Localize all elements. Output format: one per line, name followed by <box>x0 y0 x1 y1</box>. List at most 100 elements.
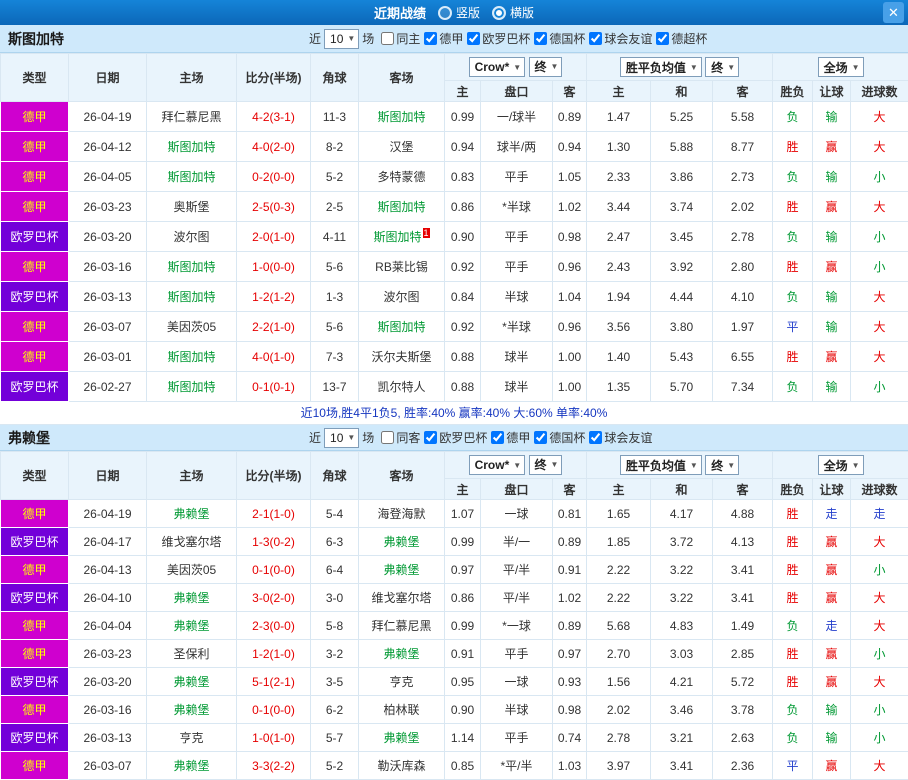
checkbox-input[interactable] <box>534 431 547 444</box>
away-team[interactable]: 海登海默 <box>359 500 445 528</box>
sections-container: 斯图加特 近 10▼ 场 同主德甲欧罗巴杯德国杯球会友谊德超杯 类型 日期 主场… <box>0 25 908 780</box>
bookmaker-dropdown[interactable]: Crow*▼ <box>469 455 526 475</box>
checkbox-input[interactable] <box>589 32 602 45</box>
away-team[interactable]: 弗赖堡 <box>359 528 445 556</box>
filter-checkbox-2[interactable]: 欧罗巴杯 <box>467 30 530 47</box>
bookmaker-dropdown[interactable]: Crow*▼ <box>469 57 526 77</box>
home-team[interactable]: 斯图加特 <box>147 342 237 372</box>
away-team[interactable]: 沃尔夫斯堡 <box>359 342 445 372</box>
handicap-result-cell: 赢 <box>813 668 851 696</box>
chevron-down-icon: ▼ <box>513 63 521 72</box>
away-team[interactable]: 斯图加特 <box>359 312 445 342</box>
filter-checkbox-3[interactable]: 德国杯 <box>534 429 585 446</box>
fullmatch-dropdown[interactable]: 全场▼ <box>818 455 864 475</box>
dropdown-value: 终 <box>535 58 547 75</box>
home-team[interactable]: 弗赖堡 <box>147 584 237 612</box>
filter-checkbox-4[interactable]: 球会友谊 <box>589 30 652 47</box>
home-team[interactable]: 弗赖堡 <box>147 500 237 528</box>
close-icon[interactable]: ✕ <box>883 2 904 23</box>
home-team[interactable]: 斯图加特 <box>147 372 237 402</box>
home-team[interactable]: 弗赖堡 <box>147 612 237 640</box>
checkbox-input[interactable] <box>424 431 437 444</box>
asian-handicap: 一球 <box>481 668 553 696</box>
home-team[interactable]: 美因茨05 <box>147 556 237 584</box>
away-team[interactable]: 维戈塞尔塔 <box>359 584 445 612</box>
checkbox-input[interactable] <box>467 32 480 45</box>
away-team[interactable]: 勒沃库森 <box>359 752 445 780</box>
away-team[interactable]: 拜仁慕尼黑 <box>359 612 445 640</box>
home-team[interactable]: 圣保利 <box>147 640 237 668</box>
away-team[interactable]: 柏林联 <box>359 696 445 724</box>
checkbox-input[interactable] <box>424 32 437 45</box>
filter-checkbox-4[interactable]: 球会友谊 <box>589 429 652 446</box>
checkbox-input[interactable] <box>534 32 547 45</box>
home-team[interactable]: 亨克 <box>147 724 237 752</box>
home-team[interactable]: 美因茨05 <box>147 312 237 342</box>
match-count-dropdown[interactable]: 10▼ <box>324 428 359 448</box>
odds-mean-dropdown[interactable]: 胜平负均值▼ <box>620 455 702 475</box>
filter-checkbox-1[interactable]: 欧罗巴杯 <box>424 429 487 446</box>
team-label: 弗赖堡 <box>173 619 209 633</box>
col-corners: 角球 <box>311 54 359 102</box>
final-euro-dropdown[interactable]: 终▼ <box>705 455 739 475</box>
result-cell: 胜 <box>773 132 813 162</box>
checkbox-input[interactable] <box>381 431 394 444</box>
away-team[interactable]: 亨克 <box>359 668 445 696</box>
final-odds-dropdown[interactable]: 终▼ <box>529 57 563 77</box>
checkbox-input[interactable] <box>656 32 669 45</box>
radio-horizontal-layout[interactable]: 横版 <box>492 4 534 21</box>
home-team[interactable]: 维戈塞尔塔 <box>147 528 237 556</box>
final-euro-dropdown[interactable]: 终▼ <box>705 57 739 77</box>
home-team[interactable]: 奥斯堡 <box>147 192 237 222</box>
away-team[interactable]: 斯图加特 <box>359 192 445 222</box>
team-label: 多特蒙德 <box>377 170 425 184</box>
away-team[interactable]: 波尔图 <box>359 282 445 312</box>
away-team[interactable]: 凯尔特人 <box>359 372 445 402</box>
home-team[interactable]: 弗赖堡 <box>147 696 237 724</box>
filter-checkbox-1[interactable]: 德甲 <box>424 30 463 47</box>
subcol-header: 和 <box>651 479 713 500</box>
home-team[interactable]: 波尔图 <box>147 222 237 252</box>
match-date: 26-03-23 <box>69 640 147 668</box>
away-team[interactable]: 斯图加特 <box>359 102 445 132</box>
result-cell: 平 <box>773 752 813 780</box>
home-team[interactable]: 斯图加特 <box>147 252 237 282</box>
home-team[interactable]: 斯图加特 <box>147 282 237 312</box>
checkbox-label: 同主 <box>396 30 420 47</box>
home-team[interactable]: 拜仁慕尼黑 <box>147 102 237 132</box>
result-cell: 负 <box>773 102 813 132</box>
home-team[interactable]: 斯图加特 <box>147 162 237 192</box>
away-team[interactable]: 弗赖堡 <box>359 556 445 584</box>
team-label: 斯图加特 <box>377 200 425 214</box>
filter-checkbox-0[interactable]: 同客 <box>381 429 420 446</box>
away-team[interactable]: 汉堡 <box>359 132 445 162</box>
radio-vertical-layout[interactable]: 竖版 <box>438 4 480 21</box>
odds-mean-dropdown[interactable]: 胜平负均值▼ <box>620 57 702 77</box>
score: 2-3(0-0) <box>237 612 311 640</box>
match-date: 26-03-16 <box>69 696 147 724</box>
fullmatch-dropdown[interactable]: 全场▼ <box>818 57 864 77</box>
match-count-dropdown[interactable]: 10▼ <box>324 29 359 49</box>
home-team[interactable]: 斯图加特 <box>147 132 237 162</box>
checkbox-input[interactable] <box>589 431 602 444</box>
radio-icon <box>492 6 506 20</box>
goals-cell: 小 <box>851 372 908 402</box>
filter-checkbox-5[interactable]: 德超杯 <box>656 30 707 47</box>
filter-checkbox-2[interactable]: 德甲 <box>491 429 530 446</box>
away-team[interactable]: 弗赖堡 <box>359 640 445 668</box>
checkbox-input[interactable] <box>491 431 504 444</box>
league-badge: 欧罗巴杯 <box>1 584 69 612</box>
euro-away-odds: 2.63 <box>713 724 773 752</box>
team-label: 斯图加特 <box>377 110 425 124</box>
home-team[interactable]: 弗赖堡 <box>147 668 237 696</box>
filter-checkbox-3[interactable]: 德国杯 <box>534 30 585 47</box>
chevron-down-icon: ▼ <box>690 461 698 470</box>
checkbox-input[interactable] <box>381 32 394 45</box>
away-team[interactable]: 多特蒙德 <box>359 162 445 192</box>
filter-checkbox-0[interactable]: 同主 <box>381 30 420 47</box>
away-team[interactable]: 弗赖堡 <box>359 724 445 752</box>
final-odds-dropdown[interactable]: 终▼ <box>529 455 563 475</box>
away-team[interactable]: RB莱比锡 <box>359 252 445 282</box>
home-team[interactable]: 弗赖堡 <box>147 752 237 780</box>
away-team[interactable]: 斯图加特1 <box>359 222 445 252</box>
